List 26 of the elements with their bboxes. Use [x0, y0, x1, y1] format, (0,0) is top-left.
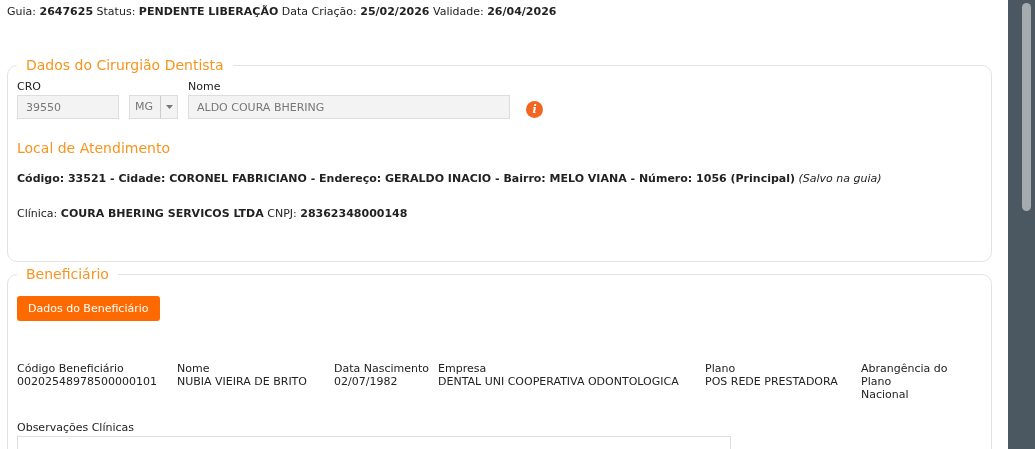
address-text: Código: 33521 - Cidade: CORONEL FABRICIANO - Endereço: GERALDO INACIO - Bairro: MELO VIANA - Número: 1056 (Principal) (Salvo na guia): [17, 172, 883, 185]
section-title: Dados do Cirurgião Dentista: [25, 57, 225, 73]
scrollbar-thumb[interactable]: [1022, 3, 1031, 211]
field-label: Observações Clínicas: [17, 421, 136, 434]
info-icon[interactable]: i: [526, 101, 543, 118]
beneficiary-data-button[interactable]: Dados do Beneficiário: [17, 296, 160, 321]
field-value: 00202548978500000101: [17, 375, 158, 388]
section-title: Beneficiário: [25, 266, 110, 282]
clinic-text: Clínica: COURA BHERING SERVICOS LTDA CNPJ: 28362348000148: [17, 207, 409, 220]
field-label: CRO: [17, 80, 42, 93]
field-label: Nome: [177, 362, 211, 375]
field-value: NUBIA VIEIRA DE BRITO: [177, 375, 308, 388]
scrollbar[interactable]: [1008, 0, 1035, 449]
guide-summary: Guia: 2647625 Status: PENDENTE LIBERAÇÃO Data Criação: 25/02/2026 Validade: 26/04/2026: [7, 4, 558, 20]
field-label: Código Beneficiário: [17, 362, 125, 375]
field-label: Nome: [188, 80, 222, 93]
field-label: Plano: [705, 362, 737, 375]
field-value: 02/07/1982: [334, 375, 399, 388]
field-value: DENTAL UNI COOPERATIVA ODONTOLOGICA: [438, 375, 680, 388]
field-label: Abrangência do Plano: [861, 362, 949, 388]
field-label: Data Nascimento: [334, 362, 431, 375]
section-subtitle: Local de Atendimento: [17, 140, 171, 156]
field-label: Empresa: [438, 362, 488, 375]
field-value: Nacional: [861, 388, 910, 401]
caret-icon: [165, 105, 173, 109]
field-value: POS REDE PRESTADORA: [705, 375, 839, 388]
